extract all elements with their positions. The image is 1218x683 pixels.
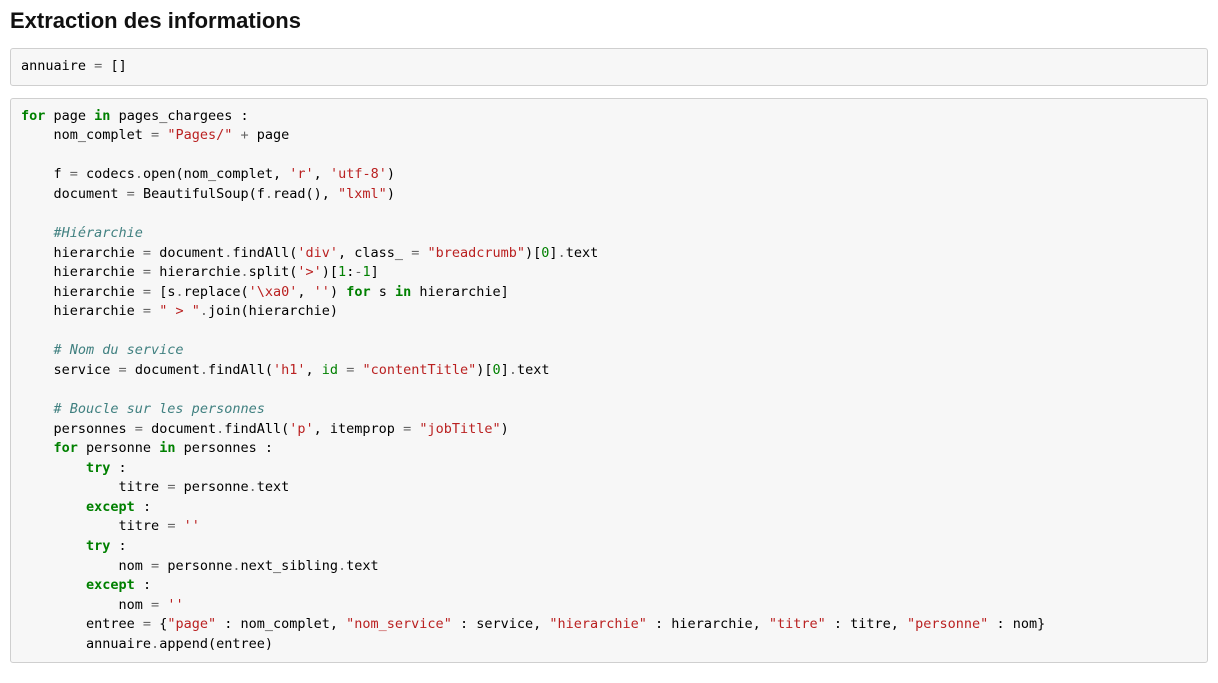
code-cell-1: annuaire = [] <box>10 48 1208 86</box>
section-heading: Extraction des informations <box>10 8 1208 34</box>
code-block: for page in pages_chargees : nom_complet… <box>21 107 1197 655</box>
code-block: annuaire = [] <box>21 57 1197 77</box>
code-cell-2: for page in pages_chargees : nom_complet… <box>10 98 1208 664</box>
